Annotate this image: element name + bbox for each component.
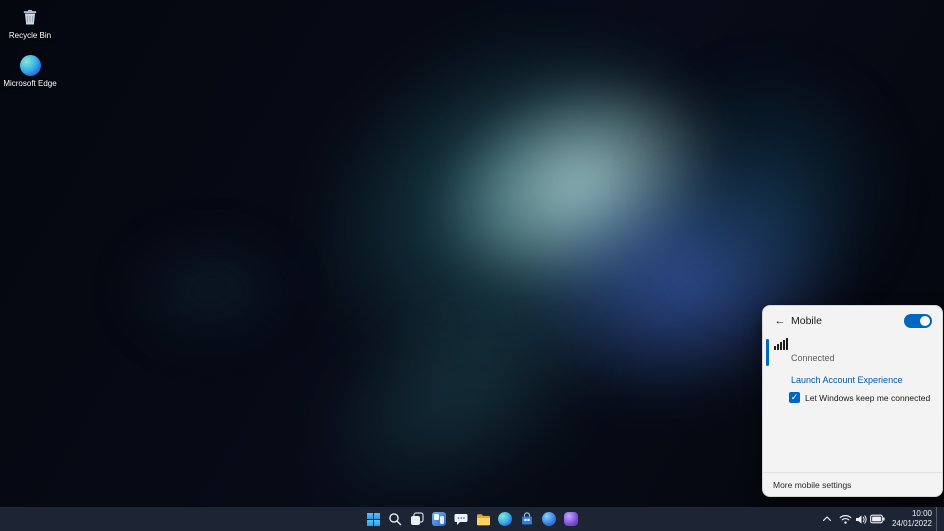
wallpaper-bloom-left <box>120 230 300 350</box>
mobile-flyout: ← Mobile Connected Launch Account Experi… <box>762 305 943 497</box>
tray-time: 10:00 <box>892 509 932 519</box>
recycle-bin-icon <box>20 7 40 27</box>
taskbar-center <box>363 507 581 531</box>
chat-icon <box>454 512 468 526</box>
tray-date: 24/01/2022 <box>892 519 932 529</box>
taskbar: 10:00 24/01/2022 <box>0 507 944 531</box>
pinned-app-blue-icon <box>542 512 556 526</box>
toggle-knob <box>920 316 930 326</box>
wallpaper-bloom-upper <box>640 60 900 320</box>
wifi-icon <box>839 514 852 525</box>
widgets-button[interactable] <box>429 509 449 529</box>
network-item[interactable]: Connected <box>763 335 942 371</box>
pinned-app-purple-button[interactable] <box>561 509 581 529</box>
mobile-toggle[interactable] <box>904 314 932 328</box>
checkbox-label: Let Windows keep me connected <box>805 393 930 403</box>
panel-title: Mobile <box>791 315 822 327</box>
desktop-icon-recycle-bin[interactable]: Recycle Bin <box>0 5 60 40</box>
back-button[interactable]: ← <box>771 313 789 329</box>
search-icon <box>388 512 402 526</box>
chevron-up-icon <box>822 515 832 523</box>
flyout-footer: More mobile settings <box>763 472 942 496</box>
task-view-button[interactable] <box>407 509 427 529</box>
windows-logo-icon <box>367 513 380 526</box>
launch-account-link[interactable]: Launch Account Experience <box>791 375 942 385</box>
desktop-icon-microsoft-edge[interactable]: Microsoft Edge <box>0 53 60 88</box>
more-mobile-settings-link[interactable]: More mobile settings <box>773 480 851 490</box>
store-button[interactable] <box>517 509 537 529</box>
checkbox-checked-icon: ✓ <box>789 392 800 403</box>
desktop-icon-label: Microsoft Edge <box>0 79 60 88</box>
network-status: Connected <box>791 353 835 363</box>
system-tray: 10:00 24/01/2022 <box>819 507 940 531</box>
edge-button[interactable] <box>495 509 515 529</box>
chat-button[interactable] <box>451 509 471 529</box>
cellular-signal-icon <box>774 337 789 350</box>
show-desktop-button[interactable] <box>936 507 940 531</box>
edge-icon <box>498 512 512 526</box>
store-icon <box>520 512 534 526</box>
edge-icon <box>20 55 41 76</box>
task-view-icon <box>410 512 424 526</box>
flyout-header: ← Mobile <box>763 306 942 333</box>
keep-connected-checkbox[interactable]: ✓ Let Windows keep me connected <box>789 392 942 403</box>
file-explorer-button[interactable] <box>473 509 493 529</box>
clock-button[interactable]: 10:00 24/01/2022 <box>889 509 935 529</box>
desktop-icon-label: Recycle Bin <box>0 31 60 40</box>
selection-indicator <box>766 339 769 366</box>
quick-settings-button[interactable] <box>836 509 888 529</box>
battery-icon <box>870 514 885 524</box>
desktop-screen: Recycle Bin Microsoft Edge ← Mobile Conn… <box>0 0 944 531</box>
tray-overflow-button[interactable] <box>819 509 835 529</box>
file-explorer-icon <box>476 513 491 526</box>
search-button[interactable] <box>385 509 405 529</box>
pinned-app-purple-icon <box>564 512 578 526</box>
start-button[interactable] <box>363 509 383 529</box>
pinned-app-blue-button[interactable] <box>539 509 559 529</box>
speaker-icon <box>855 514 867 525</box>
widgets-icon <box>432 512 446 526</box>
clock: 10:00 24/01/2022 <box>892 509 932 529</box>
